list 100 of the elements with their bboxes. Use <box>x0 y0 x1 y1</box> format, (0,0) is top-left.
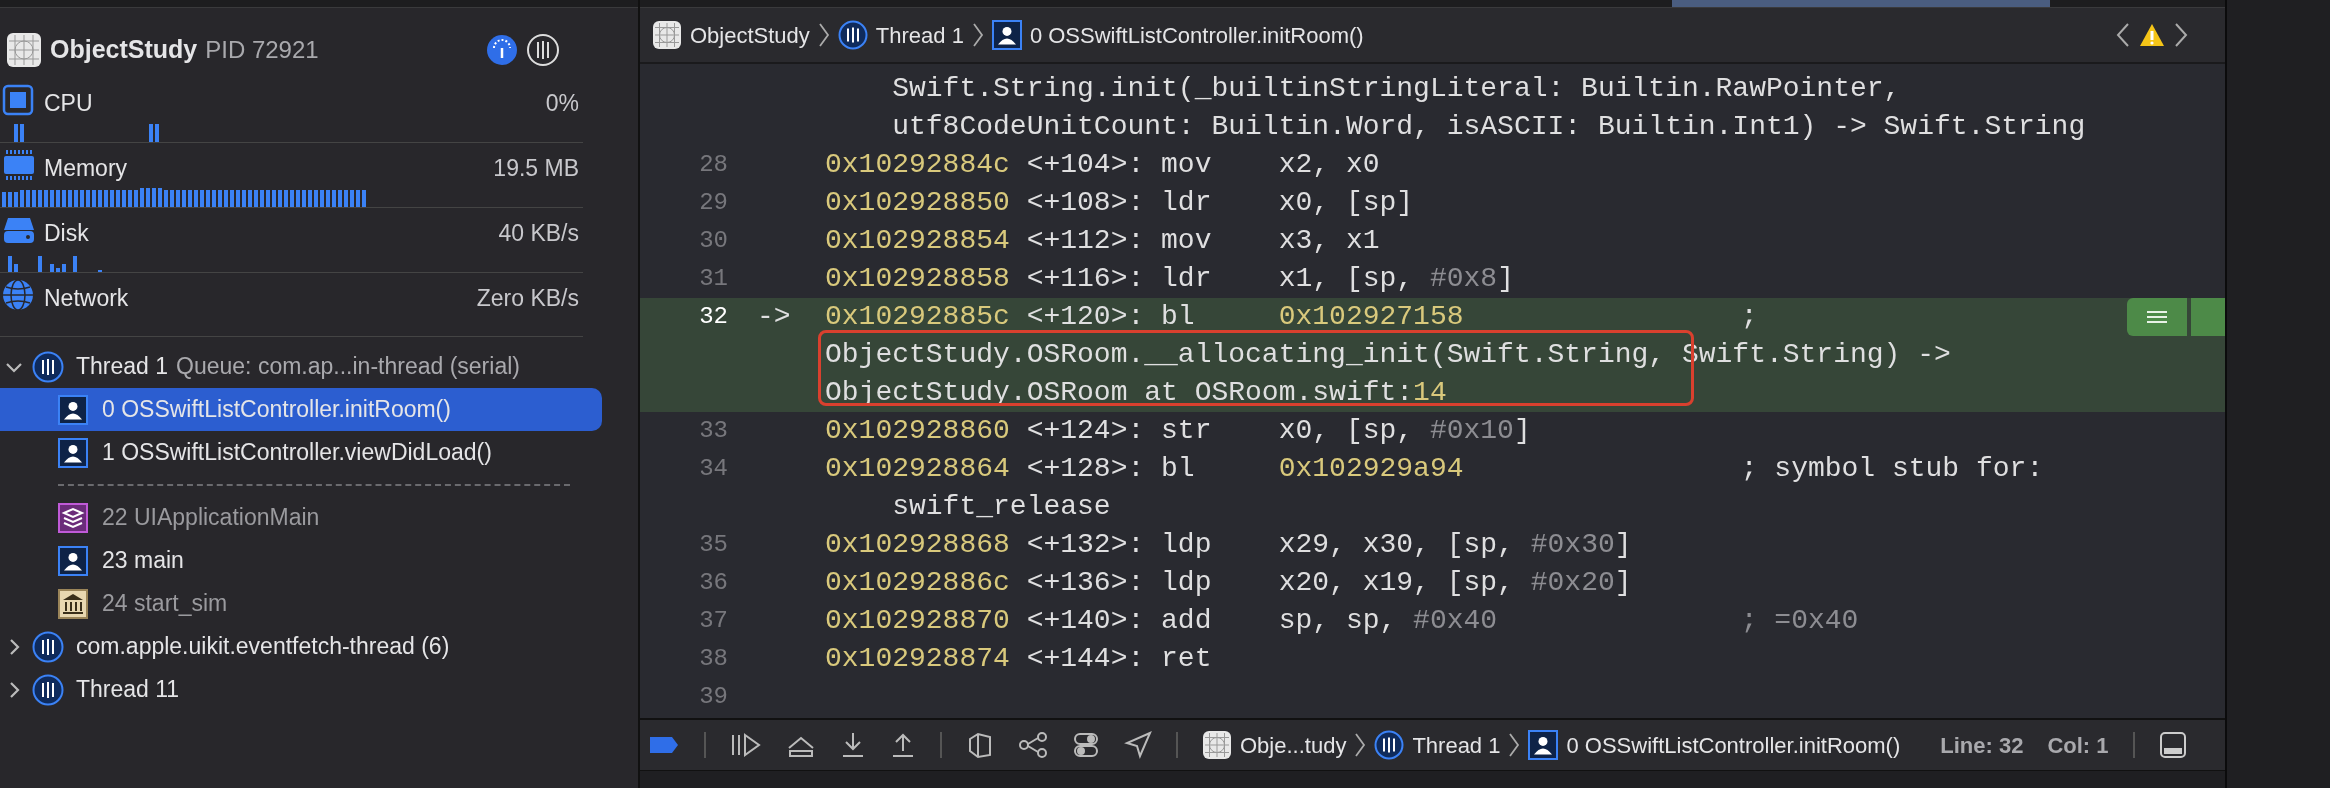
gauge-row[interactable]: CPU 0% <box>0 78 583 143</box>
thread-icon <box>837 20 868 50</box>
mnemonic-text: bl <box>1161 452 1196 486</box>
layers-view-icon[interactable] <box>966 731 994 759</box>
person-icon <box>1528 730 1559 760</box>
instruction-pointer-arrow: -> <box>756 300 792 334</box>
offset-text: <+136>: <box>1026 566 1145 600</box>
gauge-row[interactable]: Memory 19.5 MB <box>0 143 583 208</box>
thread-icon[interactable] <box>526 33 560 67</box>
chevron-right-icon[interactable] <box>971 22 984 48</box>
stack-frame-row[interactable]: 23 main <box>0 539 602 582</box>
address-text: 0x102928868 <box>825 528 1010 562</box>
mnemonic-text: ldp <box>1161 566 1213 600</box>
mnemonic-text: bl <box>1161 300 1196 334</box>
app-icon <box>652 20 682 50</box>
person-icon <box>991 20 1022 50</box>
offset-text: <+120>: <box>1026 300 1145 334</box>
operands-text: x20, x19, [sp, #0x20] <box>1278 566 1633 600</box>
mnemonic-text: ldr <box>1161 186 1213 220</box>
offset-text: <+108>: <box>1026 186 1145 220</box>
app-icon <box>6 32 42 68</box>
annotation-bar <box>2191 298 2225 336</box>
chevron-right-icon[interactable] <box>1354 732 1367 758</box>
line-number: 31 <box>698 264 728 294</box>
annotation-toggle-button[interactable] <box>2127 298 2187 336</box>
mnemonic-text: ldp <box>1161 528 1213 562</box>
mnemonic-text: ret <box>1161 642 1213 676</box>
gauge-icon[interactable] <box>486 34 518 66</box>
chevron-left-icon[interactable] <box>2115 22 2131 48</box>
stack-frame-row[interactable]: 1 OSSwiftListController.viewDidLoad() <box>0 431 602 474</box>
thread-icon <box>32 350 64 383</box>
step-out-icon[interactable] <box>890 731 916 759</box>
line-number: 36 <box>698 568 728 598</box>
gauge-label: CPU <box>44 89 93 118</box>
breadcrumb-item[interactable]: 0 OSSwiftListController.initRoom() <box>1029 18 1364 52</box>
line-number: 32 <box>698 302 728 332</box>
graph-nodes-icon[interactable] <box>1018 731 1048 759</box>
gauge-row[interactable]: Disk 40 KB/s <box>0 208 583 273</box>
thread-label[interactable]: com.apple.uikit.eventfetch-thread (6) <box>76 629 450 664</box>
thread-icon <box>32 673 64 706</box>
thread-icon <box>32 630 64 663</box>
chevron-right-icon[interactable] <box>1508 732 1521 758</box>
gauge-row[interactable]: Network Zero KB/s <box>0 273 583 337</box>
breadcrumb-item[interactable]: ObjectStudy <box>690 18 810 52</box>
address-text: 0x102928858 <box>825 262 1010 296</box>
offset-text: <+116>: <box>1026 262 1145 296</box>
gauge-label: Disk <box>44 219 89 248</box>
operands-text: x3, x1 <box>1278 224 1381 258</box>
operands-text: x2, x0 <box>1278 148 1381 182</box>
breadcrumb-item[interactable]: Thread 1 <box>875 18 964 52</box>
comment-text: ; symbol stub for: <box>1740 452 2044 486</box>
line-indicator: Line: 32 <box>1940 731 2024 760</box>
breadcrumb-item[interactable]: Obje...tudy <box>1240 728 1347 762</box>
operands-text: x0, [sp, #0x10] <box>1278 414 1532 448</box>
thread-icon <box>1374 730 1405 760</box>
breakpoint-toggle-icon[interactable] <box>648 735 680 755</box>
line-number: 29 <box>698 188 728 218</box>
panel-toggle-icon[interactable] <box>2158 731 2187 759</box>
code-text: ObjectStudy.OSRoom at OSRoom.swift:14 <box>825 376 1447 410</box>
breadcrumb-item[interactable]: Thread 1 <box>1412 728 1501 762</box>
breadcrumb-item[interactable]: 0 OSSwiftListController.initRoom() <box>1566 728 1901 762</box>
address-text: 0x102928850 <box>825 186 1010 220</box>
chevron-right-icon[interactable] <box>2173 22 2189 48</box>
stack-frame-row[interactable]: 0 OSSwiftListController.initRoom() <box>0 388 602 431</box>
stack-frame-row[interactable]: 24 start_sim <box>0 582 602 625</box>
operands-text: x29, x30, [sp, #0x30] <box>1278 528 1633 562</box>
operands-text: 0x102929a94 <box>1278 452 1465 486</box>
mnemonic-text: ldr <box>1161 262 1213 296</box>
address-text: 0x102928854 <box>825 224 1010 258</box>
address-text: 0x10292884c <box>825 148 1010 182</box>
layers-icon <box>58 502 88 533</box>
address-text: 0x102928864 <box>825 452 1010 486</box>
line-number: 35 <box>698 530 728 560</box>
operands-text: x1, [sp, #0x8] <box>1278 262 1515 296</box>
mnemonic-text: add <box>1161 604 1213 638</box>
thread-label[interactable]: Thread 1 <box>76 349 169 384</box>
warning-icon[interactable] <box>2139 23 2165 47</box>
chevron-right-icon[interactable] <box>817 22 830 48</box>
gauge-value: 0% <box>545 89 579 118</box>
person-icon <box>58 437 88 468</box>
gauge-value: 19.5 MB <box>493 154 579 183</box>
chip-icon <box>2 84 34 116</box>
operands-text: x0, [sp] <box>1278 186 1415 220</box>
line-number: 39 <box>698 682 728 712</box>
location-arrow-icon[interactable] <box>1124 731 1152 759</box>
offset-text: <+112>: <box>1026 224 1145 258</box>
offset-text: <+104>: <box>1026 148 1145 182</box>
memory-chip-icon <box>2 149 36 181</box>
gauge-label: Network <box>44 284 129 313</box>
operands-text: sp, sp, #0x40 <box>1278 604 1499 638</box>
mnemonic-text: mov <box>1161 148 1213 182</box>
continue-icon[interactable] <box>730 732 762 758</box>
code-text: utf8CodeUnitCount: Builtin.Word, isASCII: Builtin.Int1) -> Swift.String <box>892 110 2086 144</box>
app-icon <box>1202 730 1232 760</box>
thread-label[interactable]: Thread 11 <box>76 672 180 707</box>
toggles-icon[interactable] <box>1072 731 1100 759</box>
line-number: 33 <box>698 416 728 446</box>
offset-text: <+128>: <box>1026 452 1145 486</box>
stack-frame-row[interactable]: 22 UIApplicationMain <box>0 496 602 539</box>
step-into-icon[interactable] <box>840 731 866 759</box>
